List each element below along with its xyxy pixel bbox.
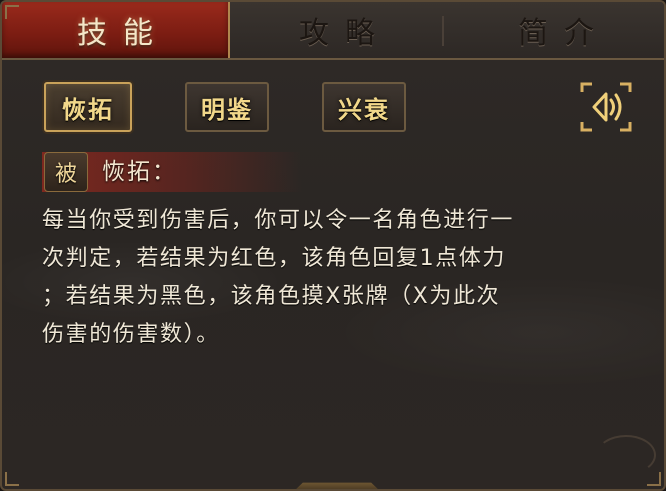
tab-strategy[interactable]: 攻略 — [230, 2, 444, 58]
skill-button-xingshuai[interactable]: 兴衰 — [322, 82, 406, 132]
corner-ornament — [5, 472, 19, 486]
tab-strategy-label: 攻略 — [299, 16, 391, 51]
skill-description: 每当你受到伤害后，你可以令一名角色进行一 次判定，若结果为红色，该角色回复1点体… — [42, 208, 515, 347]
speaker-icon[interactable] — [578, 80, 634, 134]
bottom-ornament — [292, 482, 382, 489]
skill-button-huituo[interactable]: 恢拓 — [44, 82, 132, 132]
passive-badge: 被 — [44, 152, 88, 192]
tab-bar: 技能 攻略 简介 — [2, 2, 664, 60]
tab-skills[interactable]: 技能 — [2, 2, 230, 58]
skill-button-label: 明鉴 — [201, 95, 253, 124]
skill-button-mingjian[interactable]: 明鉴 — [185, 82, 269, 132]
skill-button-label: 恢拓 — [62, 95, 114, 124]
corner-ornament — [647, 472, 661, 486]
skill-button-label: 兴衰 — [338, 95, 390, 124]
tab-intro-label: 简介 — [518, 16, 610, 51]
skill-panel: 技能 攻略 简介 恢拓 明鉴 兴衰 被 恢拓： 每当你受到伤害后，你可以令一名角… — [0, 0, 666, 491]
tab-skills-label: 技能 — [77, 16, 169, 51]
corner-ornament — [5, 5, 19, 19]
tab-intro[interactable]: 简介 — [444, 2, 664, 58]
skill-title: 恢拓： — [102, 159, 177, 185]
cloud-ornament — [596, 435, 656, 475]
